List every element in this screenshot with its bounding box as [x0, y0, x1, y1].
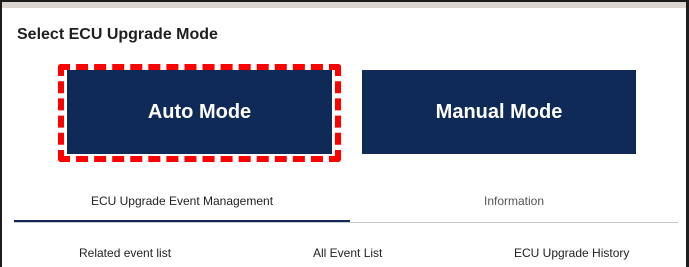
auto-mode-highlight	[58, 64, 341, 162]
tab-ecu-upgrade-event-management[interactable]: ECU Upgrade Event Management	[14, 180, 350, 222]
subtab-all-event-list[interactable]: All Event List	[313, 246, 382, 260]
manual-mode-button[interactable]: Manual Mode	[362, 70, 636, 154]
tabs-divider	[14, 222, 678, 223]
subtab-ecu-upgrade-history[interactable]: ECU Upgrade History	[514, 246, 629, 260]
tab-information[interactable]: Information	[350, 180, 678, 222]
main-tabs: ECU Upgrade Event Management Information	[14, 180, 678, 223]
subtab-related-event-list[interactable]: Related event list	[79, 246, 171, 260]
page-title: Select ECU Upgrade Mode	[17, 26, 218, 43]
